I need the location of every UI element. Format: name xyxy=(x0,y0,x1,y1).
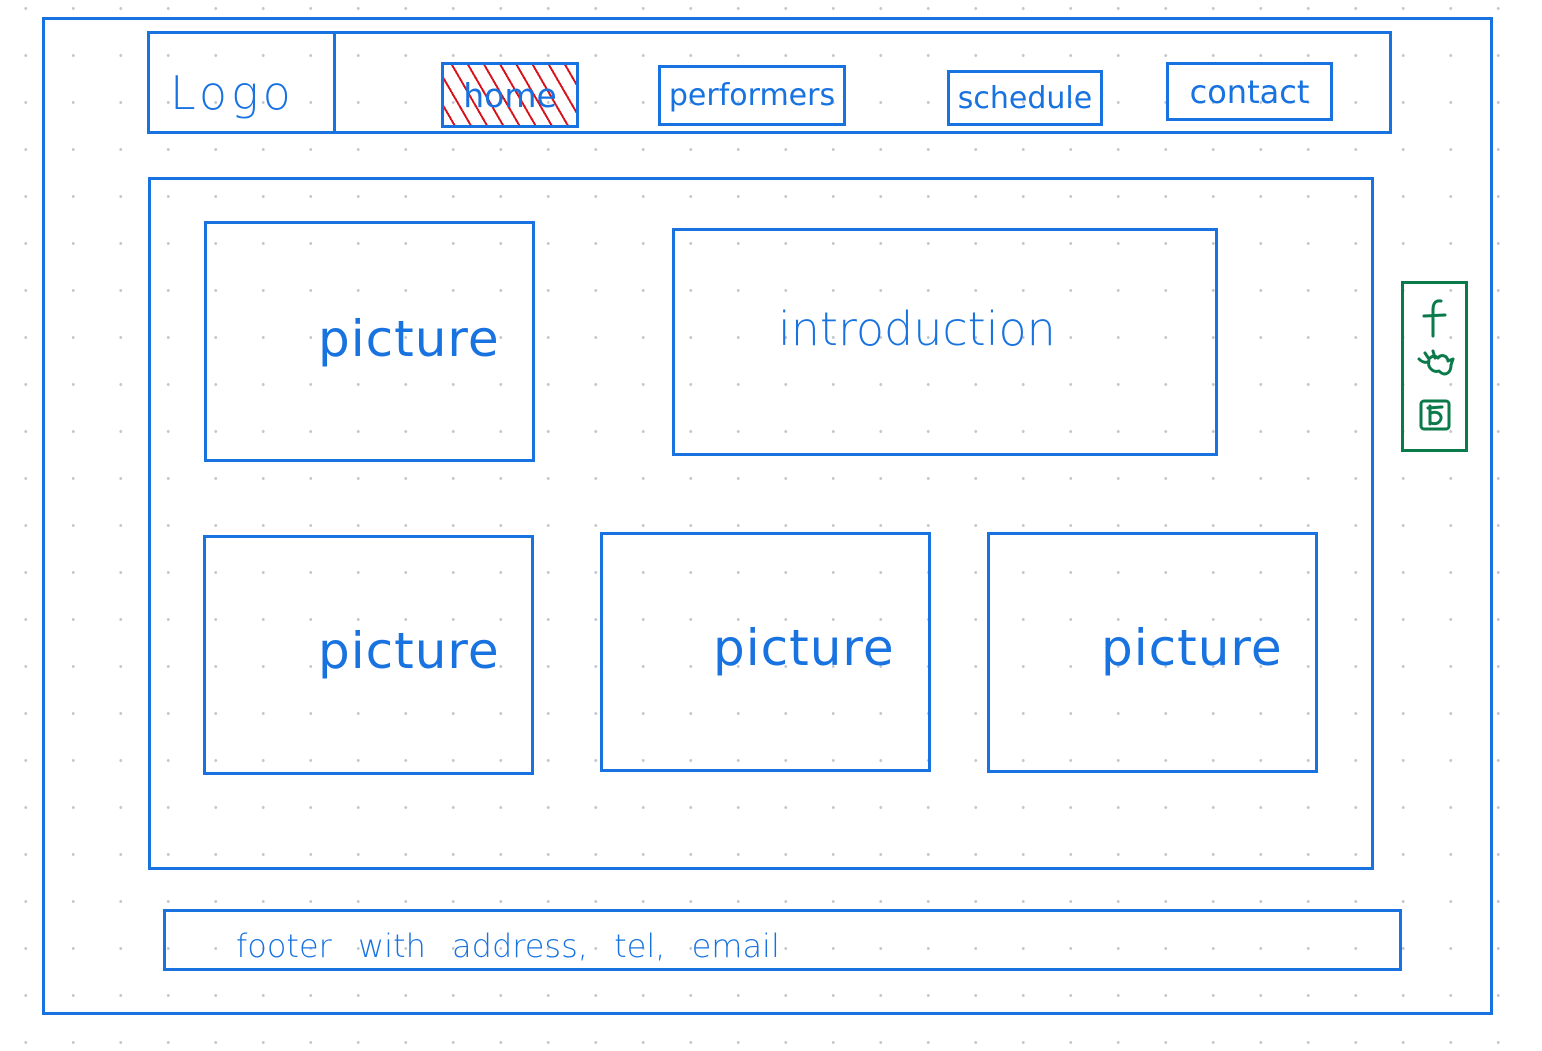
nav-home[interactable]: home xyxy=(441,62,579,128)
footer-text: footer with address, tel, email xyxy=(236,927,780,965)
social-icons-bar xyxy=(1401,281,1468,452)
nav-contact-label: contact xyxy=(1189,72,1310,111)
picture-label-top: picture xyxy=(318,310,500,368)
nav-schedule-label: schedule xyxy=(957,80,1093,116)
nav-schedule[interactable]: schedule xyxy=(947,70,1103,126)
nav-home-label: home xyxy=(463,75,557,115)
introduction-label: introduction xyxy=(778,302,1056,356)
logo[interactable]: Logo xyxy=(170,70,295,116)
picture-label-bottom-1: picture xyxy=(318,622,500,680)
wechat-icon[interactable] xyxy=(1415,395,1455,435)
twitter-icon[interactable] xyxy=(1415,346,1455,386)
picture-label-bottom-3: picture xyxy=(1101,619,1283,677)
nav-contact[interactable]: contact xyxy=(1166,62,1333,121)
picture-label-bottom-2: picture xyxy=(713,619,895,677)
facebook-icon[interactable] xyxy=(1415,298,1455,338)
nav-performers-label: performers xyxy=(668,78,836,113)
nav-performers[interactable]: performers xyxy=(658,65,846,126)
logo-divider xyxy=(333,31,336,134)
